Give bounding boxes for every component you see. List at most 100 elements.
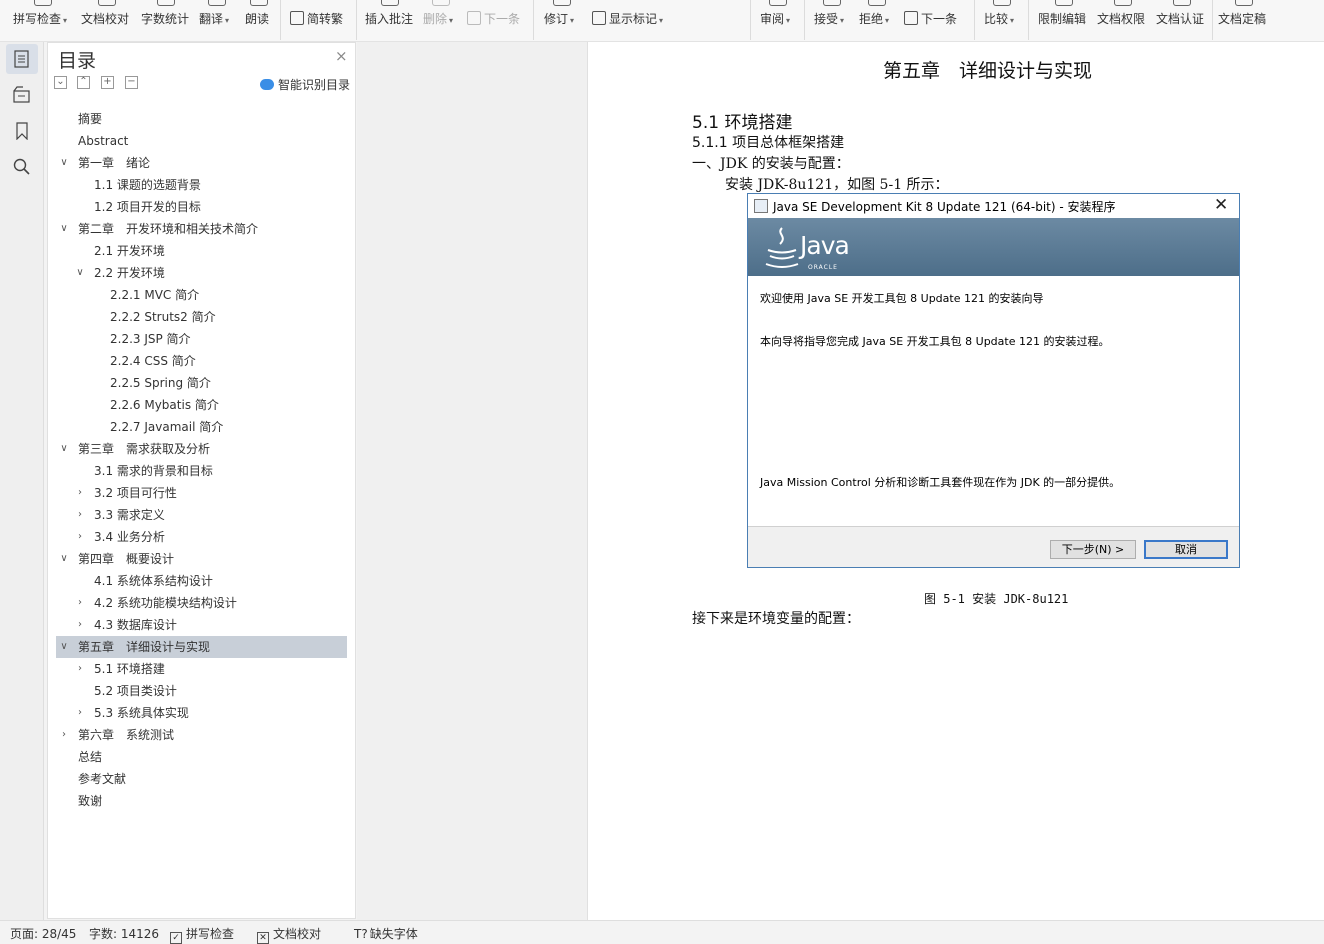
collapse-all-icon[interactable]: ⌄ xyxy=(54,76,67,89)
status-missing-font[interactable]: T? 缺失字体 xyxy=(354,925,418,942)
chevron-down-icon[interactable]: ∨ xyxy=(58,438,70,460)
toc-item[interactable]: 5.2 项目类设计 xyxy=(56,680,347,702)
toc-item[interactable]: › 第六章 系统测试 xyxy=(56,724,347,746)
toc-item[interactable]: ∨ 2.2 开发环境 xyxy=(56,262,347,284)
comment-icon xyxy=(381,0,399,6)
toc-item[interactable]: 总结 xyxy=(56,746,347,768)
chevron-down-icon[interactable]: ∨ xyxy=(58,152,70,174)
toc-item-label: 2.2.5 Spring 简介 xyxy=(110,376,211,390)
toc-item[interactable]: › 5.1 环境搭建 xyxy=(56,658,347,680)
chevron-down-icon[interactable]: ∨ xyxy=(58,548,70,570)
toc-item[interactable]: › 3.2 项目可行性 xyxy=(56,482,347,504)
toc-item[interactable]: ∨ 第五章 详细设计与实现 xyxy=(56,636,347,658)
read-aloud-button[interactable]: 朗读 xyxy=(245,0,273,42)
toc-item-label: 2.2.7 Javamail 简介 xyxy=(110,420,224,434)
revise-button[interactable]: 修订 ▾ xyxy=(544,0,580,42)
toc-item[interactable]: 摘要 xyxy=(56,108,347,130)
bookmark-button[interactable] xyxy=(6,116,38,146)
show-marks-dropdown[interactable]: 显示标记 ▾ xyxy=(592,0,672,42)
collapse-minus-icon[interactable]: − xyxy=(125,76,138,89)
chevron-right-icon[interactable]: › xyxy=(58,724,70,746)
word-count-indicator[interactable]: 字数: 14126 xyxy=(89,925,159,942)
toc-item-label: 3.4 业务分析 xyxy=(94,530,165,544)
simp-trad-button[interactable]: 简转繁 xyxy=(290,0,350,42)
accept-button[interactable]: 接受 ▾ xyxy=(814,0,850,42)
toc-item[interactable]: 2.2.7 Javamail 简介 xyxy=(56,416,347,438)
toc-item[interactable]: 1.1 课题的选题背景 xyxy=(56,174,347,196)
toc-item[interactable]: › 4.3 数据库设计 xyxy=(56,614,347,636)
toc-item[interactable]: 2.2.3 JSP 简介 xyxy=(56,328,347,350)
chevron-right-icon[interactable]: › xyxy=(74,482,86,504)
installer-guide: 本向导将指导您完成 Java SE 开发工具包 8 Update 121 的安装… xyxy=(760,335,1110,348)
chevron-right-icon[interactable]: › xyxy=(74,504,86,526)
toc-item[interactable]: › 3.3 需求定义 xyxy=(56,504,347,526)
toc-item[interactable]: 2.2.6 Mybatis 简介 xyxy=(56,394,347,416)
status-spell-check[interactable]: ✓ 拼写检查 xyxy=(170,925,234,944)
search-icon xyxy=(13,158,30,175)
chapter-nav-button[interactable] xyxy=(6,80,38,110)
toc-item-label: 第六章 系统测试 xyxy=(78,728,175,742)
chevron-down-icon[interactable]: ∨ xyxy=(58,218,70,240)
toc-item[interactable]: ∨ 第三章 需求获取及分析 xyxy=(56,438,347,460)
toc-panel-button[interactable] xyxy=(6,44,38,74)
toc-item[interactable]: › 5.3 系统具体实现 xyxy=(56,702,347,724)
toc-item[interactable]: ∨ 第一章 绪论 xyxy=(56,152,347,174)
toc-item[interactable]: 致谢 xyxy=(56,790,347,812)
restrict-edit-icon xyxy=(1055,0,1073,6)
reject-button[interactable]: 拒绝 ▾ xyxy=(859,0,895,42)
translate-button[interactable]: 翻译 ▾ xyxy=(199,0,235,42)
status-doc-proof[interactable]: ✕ 文档校对 xyxy=(257,925,321,944)
document-page[interactable]: 第五章 详细设计与实现 5.1 环境搭建 5.1.1 项目总体框架搭建 一、JD… xyxy=(587,42,1324,920)
restrict-edit-button[interactable]: 限制编辑 xyxy=(1038,0,1090,42)
toc-item-label: 2.1 开发环境 xyxy=(94,244,165,258)
doc-proof-button[interactable]: 文档校对 xyxy=(81,0,133,42)
toc-item[interactable]: Abstract xyxy=(56,130,347,152)
toc-item[interactable]: 参考文献 xyxy=(56,768,347,790)
toc-item[interactable]: 2.2.4 CSS 简介 xyxy=(56,350,347,372)
toc-item[interactable]: 2.2.5 Spring 简介 xyxy=(56,372,347,394)
java-logo-text: Java xyxy=(800,231,850,260)
toc-item-label: 第五章 详细设计与实现 xyxy=(78,640,211,654)
chevron-right-icon[interactable]: › xyxy=(74,658,86,680)
close-icon[interactable]: × xyxy=(335,47,348,65)
chapter-icon xyxy=(13,86,30,103)
toc-item[interactable]: 2.2.1 MVC 简介 xyxy=(56,284,347,306)
toc-item-label: 2.2.1 MVC 简介 xyxy=(110,288,200,302)
toc-item[interactable]: ∨ 第二章 开发环境和相关技术简介 xyxy=(56,218,347,240)
collapse-up-icon[interactable]: ⌃ xyxy=(77,76,90,89)
subsection-heading: 5.1.1 项目总体框架搭建 xyxy=(692,135,845,151)
word-count-button[interactable]: 字数统计 xyxy=(141,0,191,42)
page-indicator[interactable]: 页面: 28/45 xyxy=(10,925,76,942)
toc-item[interactable]: › 4.2 系统功能模块结构设计 xyxy=(56,592,347,614)
expand-plus-icon[interactable]: + xyxy=(101,76,114,89)
toc-item[interactable]: 1.2 项目开发的目标 xyxy=(56,196,347,218)
toc-item[interactable]: 3.1 需求的背景和目标 xyxy=(56,460,347,482)
chevron-right-icon[interactable]: › xyxy=(74,702,86,724)
search-button[interactable] xyxy=(6,152,38,182)
compare-button[interactable]: 比较 ▾ xyxy=(984,0,1020,42)
chevron-down-icon[interactable]: ∨ xyxy=(58,636,70,658)
doc-certify-icon xyxy=(1173,0,1191,6)
chevron-right-icon[interactable]: › xyxy=(74,592,86,614)
chevron-right-icon[interactable]: › xyxy=(74,614,86,636)
doc-finalize-icon xyxy=(1235,0,1253,6)
next-change-button[interactable]: 下一条 xyxy=(904,0,966,42)
toc-item[interactable]: 4.1 系统体系结构设计 xyxy=(56,570,347,592)
toc-item[interactable]: › 3.4 业务分析 xyxy=(56,526,347,548)
chevron-right-icon[interactable]: › xyxy=(74,526,86,548)
insert-comment-button[interactable]: 插入批注 xyxy=(365,0,415,42)
review-button[interactable]: 审阅 ▾ xyxy=(760,0,796,42)
doc-permission-button[interactable]: 文档权限 xyxy=(1097,0,1149,42)
toc-item[interactable]: 2.2.2 Struts2 简介 xyxy=(56,306,347,328)
spell-check-button[interactable]: 拼写检查 ▾ xyxy=(13,0,73,42)
delete-comment-button[interactable]: 删除 ▾ xyxy=(423,0,459,42)
smart-toc-button[interactable]: 智能识别目录 xyxy=(260,76,350,93)
toc-item[interactable]: 2.1 开发环境 xyxy=(56,240,347,262)
delete-comment-icon xyxy=(432,0,450,6)
next-comment-button[interactable]: 下一条 xyxy=(467,0,527,42)
toc-item[interactable]: ∨ 第四章 概要设计 xyxy=(56,548,347,570)
chevron-down-icon[interactable]: ∨ xyxy=(74,262,86,284)
close-icon: ✕ xyxy=(1214,195,1229,215)
doc-certify-button[interactable]: 文档认证 xyxy=(1156,0,1208,42)
doc-finalize-button[interactable]: 文档定稿 xyxy=(1218,0,1270,42)
